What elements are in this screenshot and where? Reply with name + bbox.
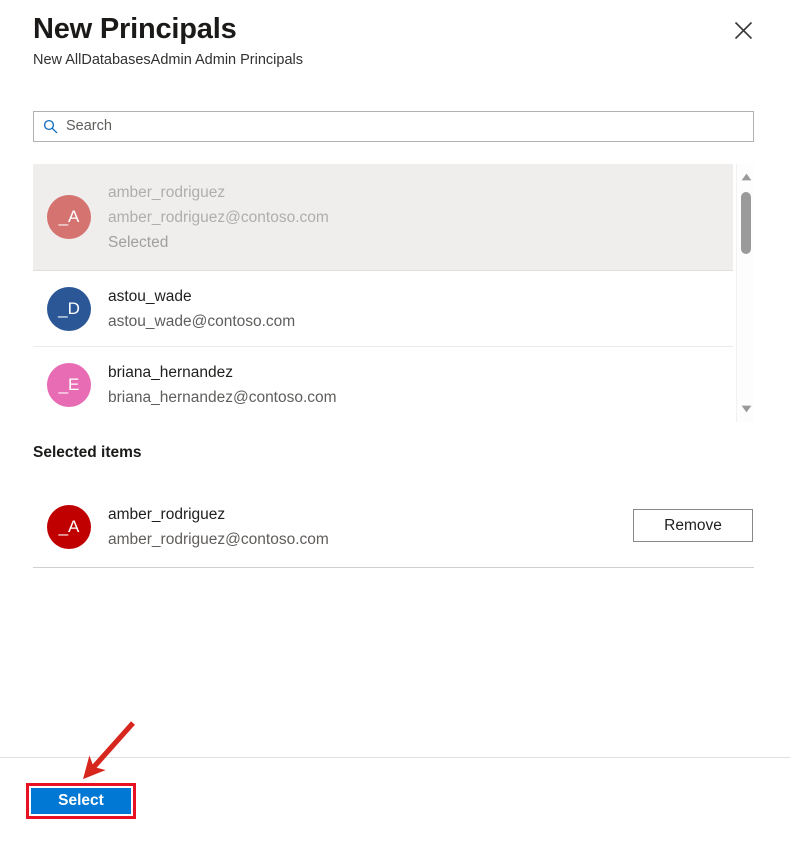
person-name: amber_rodriguez [108, 183, 226, 201]
search-input[interactable] [66, 113, 753, 140]
person-details: amber_rodriguez amber_rodriguez@contoso.… [108, 502, 329, 552]
person-name: astou_wade [108, 287, 192, 305]
avatar: _D [47, 286, 91, 331]
search-box[interactable] [33, 111, 754, 142]
close-button[interactable] [727, 14, 759, 46]
person-status: Selected [108, 233, 169, 251]
search-icon [34, 112, 66, 141]
results-scrollbar[interactable] [736, 164, 754, 422]
person-email: astou_wade@contoso.com [108, 312, 296, 330]
avatar: _A [47, 195, 91, 239]
panel-header: New Principals New AllDatabasesAdmin Adm… [0, 0, 790, 92]
list-item[interactable]: _D astou_wade astou_wade@contoso.com [33, 271, 733, 347]
person-name: amber_rodriguez [108, 506, 226, 523]
scroll-down-button[interactable] [737, 400, 755, 418]
select-button[interactable]: Select [31, 788, 131, 814]
chevron-down-icon [741, 400, 752, 418]
list-item[interactable]: _A amber_rodriguez amber_rodriguez@conto… [33, 164, 733, 271]
scrollbar-thumb[interactable] [741, 192, 751, 254]
person-details: amber_rodriguez amber_rodriguez@contoso.… [108, 180, 329, 255]
remove-button[interactable]: Remove [633, 509, 753, 542]
person-email: amber_rodriguez@contoso.com [108, 531, 329, 548]
selected-item-row: _A amber_rodriguez amber_rodriguez@conto… [33, 487, 754, 568]
page-title: New Principals [33, 13, 237, 45]
selected-items-heading: Selected items [33, 444, 142, 461]
scroll-up-button[interactable] [737, 168, 755, 186]
person-name: briana_hernandez [108, 363, 233, 381]
results-list: _A amber_rodriguez amber_rodriguez@conto… [33, 164, 754, 422]
list-item[interactable]: _E briana_hernandez briana_hernandez@con… [33, 347, 733, 422]
person-details: briana_hernandez briana_hernandez@contos… [108, 360, 337, 410]
annotation-arrow [70, 715, 150, 785]
page-subtitle: New AllDatabasesAdmin Admin Principals [33, 52, 303, 68]
person-email: briana_hernandez@contoso.com [108, 388, 337, 406]
close-icon [734, 21, 753, 40]
avatar: _E [47, 362, 91, 407]
person-details: astou_wade astou_wade@contoso.com [108, 284, 295, 334]
chevron-up-icon [741, 168, 752, 186]
footer-divider [0, 757, 790, 758]
person-email: amber_rodriguez@contoso.com [108, 208, 329, 226]
avatar: _A [47, 505, 91, 549]
